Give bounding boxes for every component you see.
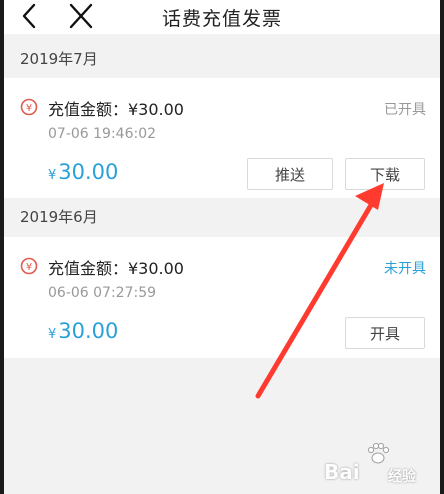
push-button[interactable]: 推送	[247, 158, 333, 190]
invoice-time: 07-06 19:46:02	[48, 126, 157, 142]
baidu-watermark: Bai 经验	[324, 440, 436, 492]
baidu-paw-icon	[367, 442, 390, 464]
invoice-time: 06-06 07:27:59	[48, 285, 157, 301]
invoice-price: ¥30.00	[48, 160, 118, 184]
invoice-status-not-issued: 未开具	[384, 261, 426, 277]
watermark-text-en: Bai	[324, 460, 360, 484]
price-value: 30.00	[58, 319, 119, 343]
recharge-amount-label: 充值金额：¥30.00	[48, 259, 184, 278]
price-currency: ¥	[48, 327, 57, 342]
coin-icon: ¥	[20, 257, 38, 275]
coin-icon: ¥	[20, 98, 38, 116]
svg-text:¥: ¥	[26, 262, 32, 273]
download-button[interactable]: 下载	[345, 158, 425, 190]
month-header-july: 2019年7月	[20, 50, 98, 68]
price-value: 30.00	[58, 160, 119, 184]
price-currency: ¥	[48, 168, 57, 183]
invoice-price: ¥30.00	[48, 319, 118, 343]
page-title: 话费充值发票	[161, 8, 282, 30]
issue-button[interactable]: 开具	[345, 317, 425, 349]
svg-text:¥: ¥	[26, 103, 32, 114]
invoice-card-july[interactable]: ¥ 充值金额：¥30.00 07-06 19:46:02 已开具 ¥30.00 …	[4, 78, 440, 198]
month-header-june: 2019年6月	[20, 208, 98, 226]
recharge-amount-label: 充值金额：¥30.00	[48, 100, 184, 119]
invoice-status-issued: 已开具	[384, 102, 426, 118]
watermark-text-cn: 经验	[388, 469, 416, 485]
right-frame-edge	[440, 0, 444, 494]
invoice-card-june[interactable]: ¥ 充值金额：¥30.00 06-06 07:27:59 未开具 ¥30.00 …	[4, 237, 440, 358]
nav-bar: 话费充值发票	[4, 0, 440, 34]
